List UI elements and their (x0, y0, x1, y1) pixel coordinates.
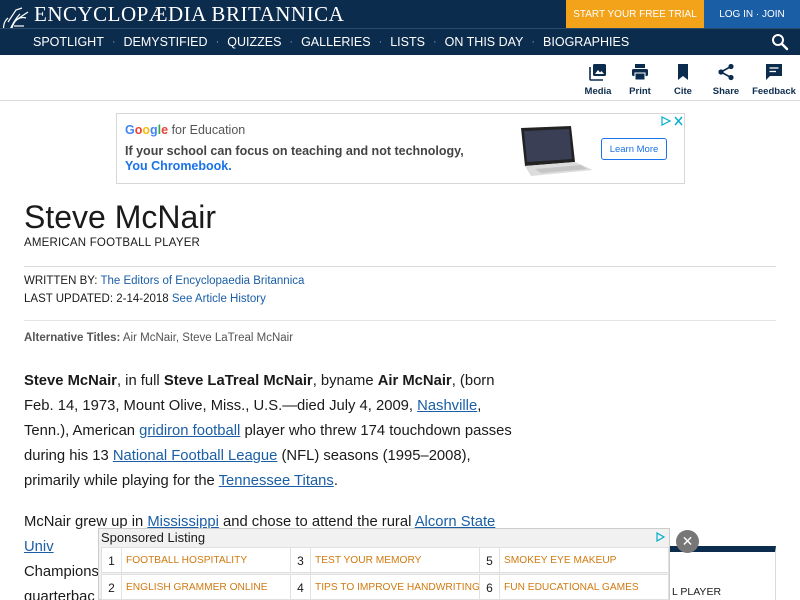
share-label: Share (712, 86, 740, 97)
free-trial-button[interactable]: START YOUR FREE TRIAL (566, 0, 704, 28)
divider (24, 320, 776, 321)
nav-item-on-this-day[interactable]: ON THIS DAY (445, 35, 524, 49)
sponsored-item[interactable]: 4 TIPS TO IMPROVE HANDWRITING (290, 574, 480, 600)
last-updated-date: 2-14-2018 (116, 293, 169, 305)
text-run: quarterbac (24, 589, 95, 600)
nav-separator: · (531, 36, 536, 48)
article-history-link[interactable]: See Article History (172, 293, 266, 305)
site-logo[interactable]: ENCYCLOPÆDIA BRITANNICA (34, 2, 344, 27)
sponsored-item-number: 1 (102, 548, 122, 574)
divider (24, 266, 776, 267)
link-nashville[interactable]: Nashville (417, 398, 477, 414)
sponsored-item-number: 5 (480, 548, 500, 574)
link-nfl[interactable]: National Football League (113, 448, 278, 464)
subject-name: Steve McNair (24, 373, 117, 389)
close-icon[interactable]: ✕ (676, 530, 699, 553)
alternative-titles: Alternative Titles: Air McNair, Steve La… (24, 332, 293, 344)
sponsored-item-label: ENGLISH GRAMMER ONLINE (126, 582, 268, 593)
chromebook-image (521, 126, 593, 176)
feedback-icon (766, 64, 782, 80)
nav-item-demystified[interactable]: DEMYSTIFIED (124, 35, 208, 49)
page-subtitle: AMERICAN FOOTBALL PLAYER (24, 237, 201, 249)
share-button[interactable]: Share (700, 63, 752, 97)
nav-item-quizzes[interactable]: QUIZZES (227, 35, 281, 49)
nav-item-lists[interactable]: LISTS (390, 35, 425, 49)
article-toolbar: Media Print Cite Share Feedback (0, 55, 800, 101)
link-gridiron-football[interactable]: gridiron football (139, 423, 240, 439)
related-card-text: L PLAYER (672, 586, 722, 598)
nav-item-biographies[interactable]: BIOGRAPHIES (543, 35, 629, 49)
sponsored-item-label: SMOKEY EYE MAKEUP (504, 555, 617, 566)
text-run: , byname (312, 373, 378, 389)
nav-separator: · (215, 36, 220, 48)
sponsored-item-label: FOOTBALL HOSPITALITY (126, 555, 248, 566)
nav-item-spotlight[interactable]: SPOTLIGHT (33, 35, 104, 49)
last-updated-label: LAST UPDATED: (24, 293, 114, 305)
nav-separator: · (111, 36, 116, 48)
sponsored-item-label: TIPS TO IMPROVE HANDWRITING (315, 582, 480, 593)
sponsored-item-number: 4 (291, 575, 311, 600)
ad-tagline: You Chromebook. (125, 159, 232, 173)
sponsored-item[interactable]: 2 ENGLISH GRAMMER ONLINE (101, 574, 291, 600)
adchoices-icon[interactable] (660, 115, 684, 127)
sponsored-item[interactable]: 1 FOOTBALL HOSPITALITY (101, 547, 291, 574)
related-card[interactable]: L PLAYER (668, 546, 776, 600)
ad-brand: Google for Education (125, 123, 246, 137)
main-nav: SPOTLIGHT · DEMYSTIFIED · QUIZZES · GALL… (0, 28, 800, 55)
text-run: . (333, 473, 338, 489)
sponsored-listing: Sponsored Listing 1 FOOTBALL HOSPITALITY… (98, 528, 670, 600)
written-by-label: WRITTEN BY: (24, 275, 98, 287)
sponsored-item[interactable]: 6 FUN EDUCATIONAL GAMES (479, 574, 669, 600)
updated-line: LAST UPDATED: 2-14-2018 See Article Hist… (24, 293, 266, 305)
nav-separator: · (432, 36, 437, 48)
feedback-button[interactable]: Feedback (748, 63, 800, 97)
media-gallery-icon (589, 64, 606, 81)
ad-brand-suffix: for Education (171, 123, 246, 137)
adchoices-icon[interactable] (656, 532, 666, 542)
sponsored-item[interactable]: 3 TEST YOUR MEMORY (290, 547, 480, 574)
share-icon (718, 63, 734, 81)
sponsored-item-label: TEST YOUR MEMORY (315, 555, 422, 566)
sponsored-item-number: 6 (480, 575, 500, 600)
link-tennessee-titans[interactable]: Tennessee Titans (219, 473, 334, 489)
nav-list: SPOTLIGHT · DEMYSTIFIED · QUIZZES · GALL… (33, 29, 629, 55)
nav-item-galleries[interactable]: GALLERIES (301, 35, 370, 49)
sponsored-item[interactable]: 5 SMOKEY EYE MAKEUP (479, 547, 669, 574)
nav-separator: · (289, 36, 294, 48)
ad-headline: If your school can focus on teaching and… (125, 144, 464, 158)
author-link[interactable]: The Editors of Encyclopaedia Britannica (100, 275, 304, 287)
feedback-label: Feedback (752, 86, 796, 97)
bookmark-icon (678, 64, 688, 80)
byname: Air McNair (377, 373, 452, 389)
alt-titles-value: Air McNair, Steve LaTreal McNair (122, 332, 294, 344)
nav-separator: · (378, 36, 383, 48)
author-line: WRITTEN BY: The Editors of Encyclopaedia… (24, 275, 304, 287)
article-paragraph: Steve McNair, in full Steve LaTreal McNa… (24, 369, 524, 494)
learn-more-button[interactable]: Learn More (601, 138, 667, 160)
search-icon[interactable] (771, 33, 789, 51)
text-run: Champions (24, 564, 99, 580)
full-name: Steve LaTreal McNair (163, 373, 313, 389)
login-join-button[interactable]: LOG IN · JOIN (704, 0, 800, 28)
printer-icon (632, 64, 648, 81)
sponsored-title: Sponsored Listing (101, 530, 206, 545)
sponsored-item-number: 2 (102, 575, 122, 600)
alt-titles-label: Alternative Titles: (24, 332, 121, 344)
text-run: , in full (116, 373, 164, 389)
page-title: Steve McNair (24, 199, 217, 235)
google-education-ad[interactable]: Google for Education If your school can … (116, 113, 685, 184)
sponsored-item-number: 3 (291, 548, 311, 574)
sponsored-item-label: FUN EDUCATIONAL GAMES (504, 582, 639, 593)
